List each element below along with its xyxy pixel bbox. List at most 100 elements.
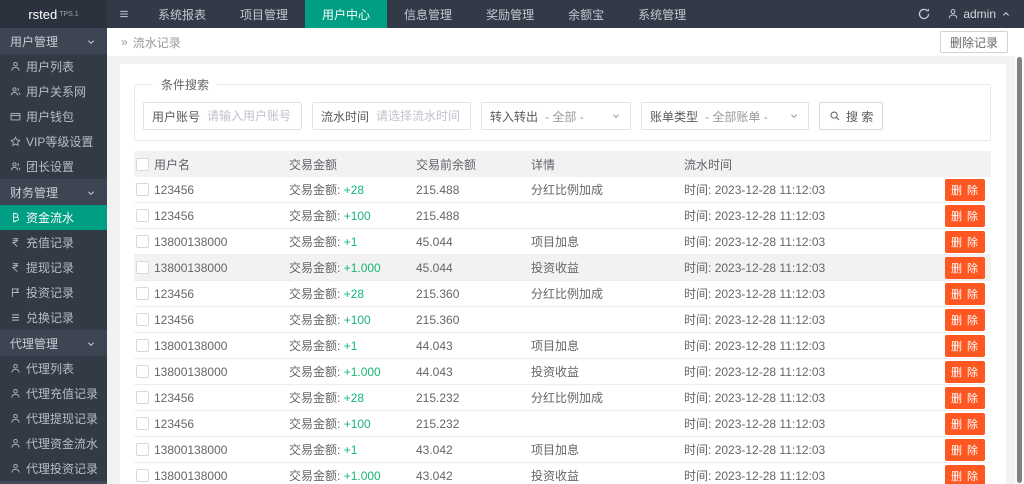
topbar-menu-item[interactable]: 余额宝 [551, 0, 621, 28]
sidebar-item[interactable]: 代理提现记录 [0, 406, 107, 431]
sidebar-section-header[interactable]: 财务管理 [0, 179, 107, 205]
time-input[interactable] [376, 109, 463, 123]
sidebar-item[interactable]: 代理充值记录 [0, 381, 107, 406]
sidebar-item[interactable]: 投资记录 [0, 280, 107, 305]
cell-detail: 项目加息 [531, 339, 580, 353]
hamburger-menu-icon[interactable] [107, 0, 141, 28]
time-prefix: 时间: [684, 235, 712, 249]
amount-prefix: 交易金额: [289, 339, 341, 353]
amount-value: +100 [343, 313, 371, 327]
delete-records-button[interactable]: 删除记录 [939, 31, 1008, 53]
bill-type-select-value: - 全部账单 - [705, 109, 768, 124]
cell-time: 时间: 2023-12-28 11:12:03 [684, 389, 919, 406]
sidebar-item[interactable]: VIP等级设置 [0, 129, 107, 154]
cell-balance: 44.043 [416, 338, 453, 353]
chevron-down-icon [613, 114, 620, 119]
row-checkbox[interactable] [136, 261, 149, 274]
row-checkbox[interactable] [136, 443, 149, 456]
user-menu[interactable]: admin [947, 7, 1012, 21]
row-checkbox[interactable] [136, 365, 149, 378]
sidebar-item[interactable]: 用户列表 [0, 54, 107, 79]
cell-amount: 交易金额: +1.000 [289, 467, 416, 484]
sidebar-item[interactable]: 代理列表 [0, 356, 107, 381]
sidebar-section-header[interactable]: 用户管理 [0, 28, 107, 54]
refresh-icon[interactable] [917, 7, 931, 21]
scrollbar-thumb[interactable] [1017, 57, 1022, 483]
time-value: 2023-12-28 11:12:03 [714, 339, 826, 353]
cell-balance: 43.042 [416, 442, 453, 457]
time-value: 2023-12-28 11:12:03 [714, 313, 826, 327]
delete-row-button[interactable]: 删 除 [944, 438, 985, 461]
cell-time: 时间: 2023-12-28 11:12:03 [684, 233, 919, 250]
cell-amount: 交易金额: +1 [289, 441, 416, 458]
cell-time: 时间: 2023-12-28 11:12:03 [684, 441, 919, 458]
topbar-menu-item[interactable]: 系统报表 [141, 0, 223, 28]
cell-amount: 交易金额: +28 [289, 285, 416, 302]
sidebar-item[interactable]: 提现记录 [0, 255, 107, 280]
delete-row-button[interactable]: 删 除 [944, 282, 985, 305]
topbar-menu-item[interactable]: 项目管理 [223, 0, 305, 28]
delete-row-button[interactable]: 删 除 [944, 334, 985, 357]
sidebar-item[interactable]: 资金流水 [0, 205, 107, 230]
row-checkbox[interactable] [136, 469, 149, 482]
account-field-label: 用户账号 [152, 109, 201, 124]
sidebar-item[interactable]: 用户钱包 [0, 104, 107, 129]
row-checkbox[interactable] [136, 287, 149, 300]
breadcrumb-icon: » [121, 35, 128, 49]
cell-detail: 分红比例加成 [531, 391, 604, 405]
sidebar-section-header[interactable]: 代理管理 [0, 330, 107, 356]
cell-detail: 投资收益 [531, 365, 580, 379]
account-input[interactable] [207, 109, 294, 123]
sidebar-item[interactable]: 兑换记录 [0, 305, 107, 330]
time-value: 2023-12-28 11:12:03 [714, 365, 826, 379]
sidebar-item[interactable]: 充值记录 [0, 230, 107, 255]
row-checkbox[interactable] [136, 183, 149, 196]
sidebar-item-label: 代理列表 [26, 362, 75, 376]
delete-row-button[interactable]: 删 除 [944, 178, 985, 201]
time-value: 2023-12-28 11:12:03 [714, 443, 826, 457]
delete-row-button[interactable]: 删 除 [944, 360, 985, 383]
row-checkbox[interactable] [136, 209, 149, 222]
cell-time: 时间: 2023-12-28 11:12:03 [684, 363, 919, 380]
select-all-checkbox[interactable] [136, 157, 149, 171]
delete-row-button[interactable]: 删 除 [944, 204, 985, 227]
direction-select[interactable]: 转入转出 - 全部 - [481, 102, 632, 130]
sidebar-item-label: 代理提现记录 [26, 412, 99, 426]
row-checkbox[interactable] [136, 339, 149, 352]
bill-type-select[interactable]: 账单类型 - 全部账单 - [641, 102, 810, 130]
chevron-down-icon [791, 114, 798, 119]
row-checkbox[interactable] [136, 391, 149, 404]
time-prefix: 时间: [684, 313, 712, 327]
search-button[interactable]: 搜 索 [819, 102, 884, 130]
user-icon [10, 463, 21, 474]
delete-row-button[interactable]: 删 除 [944, 230, 985, 253]
delete-row-button[interactable]: 删 除 [944, 412, 985, 435]
topbar-menu-item[interactable]: 奖励管理 [469, 0, 551, 28]
delete-row-button[interactable]: 删 除 [944, 386, 985, 409]
sidebar-item[interactable]: 代理投资记录 [0, 456, 107, 481]
sidebar-item-label: 兑换记录 [26, 311, 75, 325]
delete-row-button[interactable]: 删 除 [944, 256, 985, 279]
header-time: 流水时间 [684, 157, 733, 172]
sidebar-item[interactable]: 团长设置 [0, 154, 107, 179]
user-icon [10, 413, 21, 424]
sidebar-item-label: 提现记录 [26, 261, 75, 275]
delete-row-button[interactable]: 删 除 [944, 464, 985, 484]
cell-amount: 交易金额: +100 [289, 415, 416, 432]
topbar-menu-item[interactable]: 系统管理 [621, 0, 703, 28]
sidebar-item[interactable]: 代理资金流水 [0, 431, 107, 456]
delete-row-button[interactable]: 删 除 [944, 308, 985, 331]
sidebar-section-label: 财务管理 [10, 185, 59, 200]
amount-value: +1 [343, 339, 358, 353]
sidebar-item[interactable]: 用户关系网 [0, 79, 107, 104]
users-icon [10, 86, 21, 97]
topbar-menu-item[interactable]: 用户中心 [305, 0, 388, 28]
time-value: 2023-12-28 11:12:03 [714, 183, 826, 197]
row-checkbox[interactable] [136, 417, 149, 430]
row-checkbox[interactable] [136, 235, 149, 248]
sidebar-section-label: 代理管理 [10, 336, 59, 351]
topbar-right: admin [917, 0, 1024, 28]
row-checkbox[interactable] [136, 313, 149, 326]
amount-value: +100 [343, 209, 371, 223]
topbar-menu-item[interactable]: 信息管理 [387, 0, 469, 28]
